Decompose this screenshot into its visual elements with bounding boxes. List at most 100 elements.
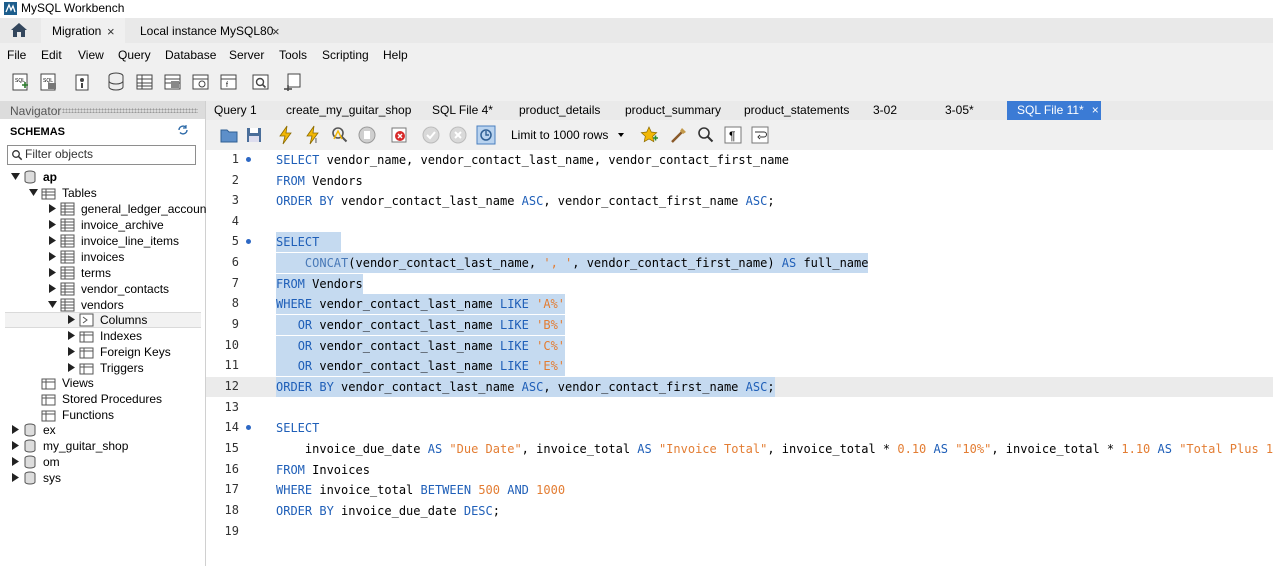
tree-table-item[interactable]: general_ledger_account (0, 202, 210, 217)
create-table-icon[interactable] (134, 71, 156, 93)
menu-view[interactable]: View (78, 48, 104, 62)
tree-schema-ex[interactable]: ex (0, 423, 205, 438)
line-number: 14 (224, 420, 239, 434)
tab-3-02[interactable]: 3-02 (873, 101, 897, 120)
code-text: CONCAT(vendor_contact_last_name, ', ', v… (276, 253, 869, 273)
filter-objects-input[interactable] (25, 147, 191, 161)
code-line: 4 (206, 212, 1273, 232)
tab-3-05[interactable]: 3-05* (945, 101, 974, 120)
tree-stored-procedures[interactable]: Stored Procedures (0, 392, 205, 407)
collapsed-triangle-icon[interactable] (11, 473, 20, 482)
collapsed-triangle-icon[interactable] (48, 268, 57, 277)
tree-table-item[interactable]: vendors (0, 298, 205, 313)
toggle-error-continue-icon[interactable] (389, 125, 409, 145)
new-sql-tab-icon[interactable]: SQL (10, 71, 32, 93)
database-icon (24, 439, 36, 453)
expanded-triangle-icon[interactable] (29, 188, 38, 197)
tab-local-instance[interactable]: Local instance MySQL80 × (129, 18, 289, 43)
open-sql-script-icon[interactable]: SQL (38, 71, 60, 93)
tab-product-summary[interactable]: product_summary (625, 101, 721, 120)
collapsed-triangle-icon[interactable] (67, 347, 76, 356)
tree-table-item[interactable]: invoice_archive (0, 218, 205, 233)
tree-vendors-columns[interactable]: Columns (5, 312, 201, 328)
expanded-triangle-icon[interactable] (11, 172, 20, 181)
tree-views[interactable]: Views (0, 376, 205, 391)
collapsed-triangle-icon[interactable] (48, 204, 57, 213)
tree-vendors-foreign-keys[interactable]: Foreign Keys (0, 345, 205, 360)
execute-icon[interactable] (276, 125, 296, 145)
commit-icon[interactable] (421, 125, 441, 145)
limit-rows-select[interactable]: Limit to 1000 rows (506, 125, 628, 145)
close-icon[interactable]: × (107, 18, 115, 45)
autocommit-toggle-icon[interactable] (476, 125, 496, 145)
tree-table-item[interactable]: vendor_contacts (0, 282, 205, 297)
find-icon[interactable] (696, 125, 716, 145)
create-function-icon[interactable]: f (218, 71, 240, 93)
code-text: SELECT vendor_name, vendor_contact_last_… (276, 150, 789, 170)
menu-database[interactable]: Database (165, 48, 216, 62)
line-number: 17 (224, 482, 239, 496)
tree-table-item[interactable]: invoices (0, 250, 205, 265)
menu-server[interactable]: Server (229, 48, 264, 62)
create-view-icon[interactable] (162, 71, 184, 93)
explain-icon[interactable] (330, 125, 350, 145)
filter-objects-box[interactable] (7, 145, 196, 165)
collapsed-triangle-icon[interactable] (11, 441, 20, 450)
execute-current-icon[interactable]: I (303, 125, 323, 145)
tree-table-item[interactable]: terms (0, 266, 205, 281)
tree-schema-sys[interactable]: sys (0, 471, 205, 486)
rollback-icon[interactable] (448, 125, 468, 145)
inspector-icon[interactable] (72, 71, 94, 93)
tab-query-1[interactable]: Query 1 (214, 101, 257, 120)
tree-schema-om[interactable]: om (0, 455, 205, 470)
collapsed-triangle-icon[interactable] (67, 331, 76, 340)
collapsed-triangle-icon[interactable] (48, 236, 57, 245)
create-procedure-icon[interactable] (190, 71, 212, 93)
tree-schema-ap[interactable]: ap (0, 170, 205, 185)
tree-vendors-triggers[interactable]: Triggers (0, 361, 205, 376)
tree-tables[interactable]: Tables (0, 186, 205, 201)
expanded-triangle-icon[interactable] (48, 300, 57, 309)
tab-product-details[interactable]: product_details (519, 101, 600, 120)
tree-table-item[interactable]: invoice_line_items (0, 234, 205, 249)
open-folder-icon[interactable] (219, 125, 239, 145)
refresh-icon[interactable] (177, 124, 189, 136)
menu-edit[interactable]: Edit (41, 48, 62, 62)
menu-query[interactable]: Query (118, 48, 151, 62)
close-icon[interactable]: × (1092, 103, 1099, 117)
create-schema-icon[interactable] (106, 71, 128, 93)
menu-tools[interactable]: Tools (279, 48, 307, 62)
code-editor[interactable]: 1 SELECT vendor_name, vendor_contact_las… (206, 150, 1273, 566)
menu-file[interactable]: File (7, 48, 26, 62)
collapsed-triangle-icon[interactable] (67, 315, 76, 324)
tree-vendors-indexes[interactable]: Indexes (0, 329, 205, 344)
close-icon[interactable]: × (272, 18, 280, 45)
menu-scripting[interactable]: Scripting (322, 48, 369, 62)
tree-functions[interactable]: Functions (0, 408, 205, 423)
reconnect-icon[interactable] (282, 71, 304, 93)
invisible-characters-icon[interactable]: ¶ (723, 125, 743, 145)
panel-grip[interactable] (62, 108, 198, 113)
collapsed-triangle-icon[interactable] (48, 284, 57, 293)
save-icon[interactable] (244, 125, 264, 145)
collapsed-triangle-icon[interactable] (11, 425, 20, 434)
add-snippet-icon[interactable] (639, 125, 659, 145)
menu-help[interactable]: Help (383, 48, 408, 62)
search-table-data-icon[interactable] (250, 71, 272, 93)
word-wrap-icon[interactable] (750, 125, 770, 145)
tab-create-my-guitar-shop[interactable]: create_my_guitar_shop (286, 101, 411, 120)
home-icon[interactable] (10, 22, 28, 38)
collapsed-triangle-icon[interactable] (48, 220, 57, 229)
collapsed-triangle-icon[interactable] (67, 363, 76, 372)
tree-schema-my-guitar-shop[interactable]: my_guitar_shop (0, 439, 205, 454)
collapsed-triangle-icon[interactable] (11, 457, 20, 466)
tab-sql-file-11[interactable]: SQL File 11* × (1007, 101, 1101, 120)
tab-sql-file-4[interactable]: SQL File 4* (432, 101, 493, 120)
stop-icon[interactable] (357, 125, 377, 145)
tab-migration[interactable]: Migration × (41, 18, 125, 43)
beautify-icon[interactable] (669, 125, 689, 145)
collapsed-triangle-icon[interactable] (48, 252, 57, 261)
tab-product-statements[interactable]: product_statements (744, 101, 849, 120)
